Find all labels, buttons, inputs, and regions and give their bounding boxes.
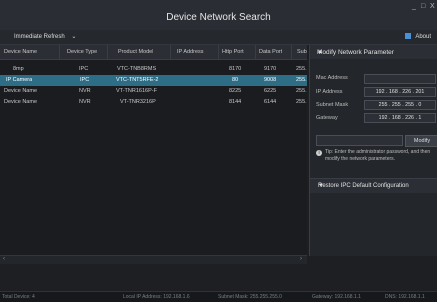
immediate-refresh-button[interactable]: Immediate Refresh ⌄ — [14, 33, 76, 40]
status-bar: Total Device: 4 Local IP Address: 192.16… — [0, 291, 437, 302]
cell-http-port: 80 — [232, 77, 239, 83]
password-input[interactable] — [316, 135, 403, 146]
maximize-icon[interactable]: □ — [421, 3, 425, 10]
cell-device-type: IPC — [79, 66, 89, 72]
window-title: Device Network Search — [166, 12, 271, 23]
cell-data-port: 9170 — [264, 66, 277, 72]
cell-data-port: 9008 — [264, 77, 277, 83]
column-divider — [59, 45, 60, 59]
cell-device-name: IP Camera — [6, 77, 33, 83]
table-row[interactable]: 8mp IPC VTC-TNB8RMS 8170 9170 255. — [0, 64, 307, 75]
info-icon: i — [316, 150, 322, 156]
cell-http-port: 8144 — [229, 99, 242, 105]
table-row[interactable]: Device Name NVR VT-TNR3216P 8144 6144 25… — [0, 97, 307, 108]
cell-subnet: 255. — [296, 99, 307, 105]
ip-address-field[interactable]: 192 . 168 . 226 . 201 — [364, 87, 436, 97]
cell-product-model: VT-TNR1616P-F — [116, 88, 157, 94]
scroll-right-icon[interactable]: › — [300, 256, 302, 262]
about-label: About — [415, 34, 431, 40]
expand-icon: ▼ — [318, 183, 324, 189]
cell-device-name: Device Name — [4, 88, 38, 94]
title-bar: Device Network Search _ □ X — [0, 0, 437, 31]
cell-subnet: 255. — [296, 66, 307, 72]
cell-device-type: IPC — [80, 77, 90, 83]
cell-device-type: NVR — [79, 99, 91, 105]
table-header: Device Name Device Type Product Model IP… — [0, 45, 307, 60]
column-divider — [218, 45, 219, 59]
gateway-field[interactable]: 192 . 168 . 226 . 1 — [364, 113, 436, 123]
column-divider — [107, 45, 108, 59]
mac-address-field[interactable] — [364, 74, 436, 84]
cell-data-port: 6144 — [264, 99, 277, 105]
col-device-name[interactable]: Device Name — [4, 49, 37, 55]
subnet-mask-field[interactable]: 255 . 255 . 255 . 0 — [364, 100, 436, 110]
mac-address-label: Mac Address — [316, 75, 348, 81]
cell-device-name: Device Name — [4, 99, 38, 105]
local-dns: DNS: 192.168.1.1 — [385, 294, 425, 300]
scroll-left-icon[interactable]: ‹ — [3, 256, 5, 262]
column-divider — [170, 45, 171, 59]
restore-default-config-button[interactable]: Restore IPC Default Configuration ▼ — [310, 178, 437, 193]
table-row[interactable]: Device Name NVR VT-TNR1616P-F 8225 6225 … — [0, 86, 307, 97]
minimize-icon[interactable]: _ — [412, 3, 416, 10]
tip-text: Tip: Enter the administrator password, a… — [325, 149, 431, 162]
col-http-port[interactable]: Http Port — [222, 49, 244, 55]
modify-button[interactable]: Modify — [405, 135, 437, 147]
refresh-label: Immediate Refresh — [14, 34, 65, 40]
local-ip-address: Local IP Address: 192.168.1.6 — [123, 294, 190, 300]
cell-product-model: VTC-TNB8RMS — [117, 66, 157, 72]
col-data-port[interactable]: Data Port — [259, 49, 282, 55]
cell-http-port: 8170 — [229, 66, 242, 72]
cell-product-model: VTC-TNT5RFE-2 — [116, 77, 159, 83]
table-row-selected[interactable]: IP Camera IPC VTC-TNT5RFE-2 80 9008 255. — [0, 75, 307, 86]
network-parameter-panel: Modify Network Parameter ▲ Mac Address I… — [309, 45, 437, 256]
total-device-count: Total Device: 4 — [2, 294, 35, 300]
cell-subnet: 255. — [296, 88, 307, 94]
ip-address-label: IP Address — [316, 89, 343, 95]
cell-subnet: 255. — [296, 77, 307, 83]
local-gateway: Gateway: 192.168.1.1 — [312, 294, 361, 300]
horizontal-scrollbar[interactable]: ‹ › — [0, 255, 307, 264]
subnet-mask-label: Subnet Mask — [316, 102, 349, 108]
cell-device-name: 8mp — [13, 66, 24, 72]
col-subnet[interactable]: Sub — [297, 49, 307, 55]
chevron-down-icon: ⌄ — [71, 34, 77, 40]
about-button[interactable]: About — [405, 33, 431, 40]
device-table: Device Name Device Type Product Model IP… — [0, 45, 307, 256]
panel-header[interactable]: Modify Network Parameter ▲ — [310, 45, 437, 59]
col-product-model[interactable]: Product Model — [118, 49, 153, 55]
gateway-label: Gateway — [316, 115, 338, 121]
cell-data-port: 6225 — [264, 88, 277, 94]
cell-product-model: VT-TNR3216P — [120, 99, 156, 105]
column-divider — [291, 45, 292, 59]
col-ip-address[interactable]: IP Address — [177, 49, 204, 55]
column-divider — [255, 45, 256, 59]
info-icon — [405, 33, 412, 39]
local-subnet-mask: Subnet Mask: 255.255.255.0 — [218, 294, 282, 300]
collapse-icon[interactable]: ▲ — [317, 49, 431, 55]
close-icon[interactable]: X — [430, 3, 435, 10]
cell-device-type: NVR — [79, 88, 91, 94]
cell-http-port: 8225 — [229, 88, 242, 94]
col-device-type[interactable]: Device Type — [67, 49, 97, 55]
toolbar: Immediate Refresh ⌄ About — [0, 30, 437, 45]
